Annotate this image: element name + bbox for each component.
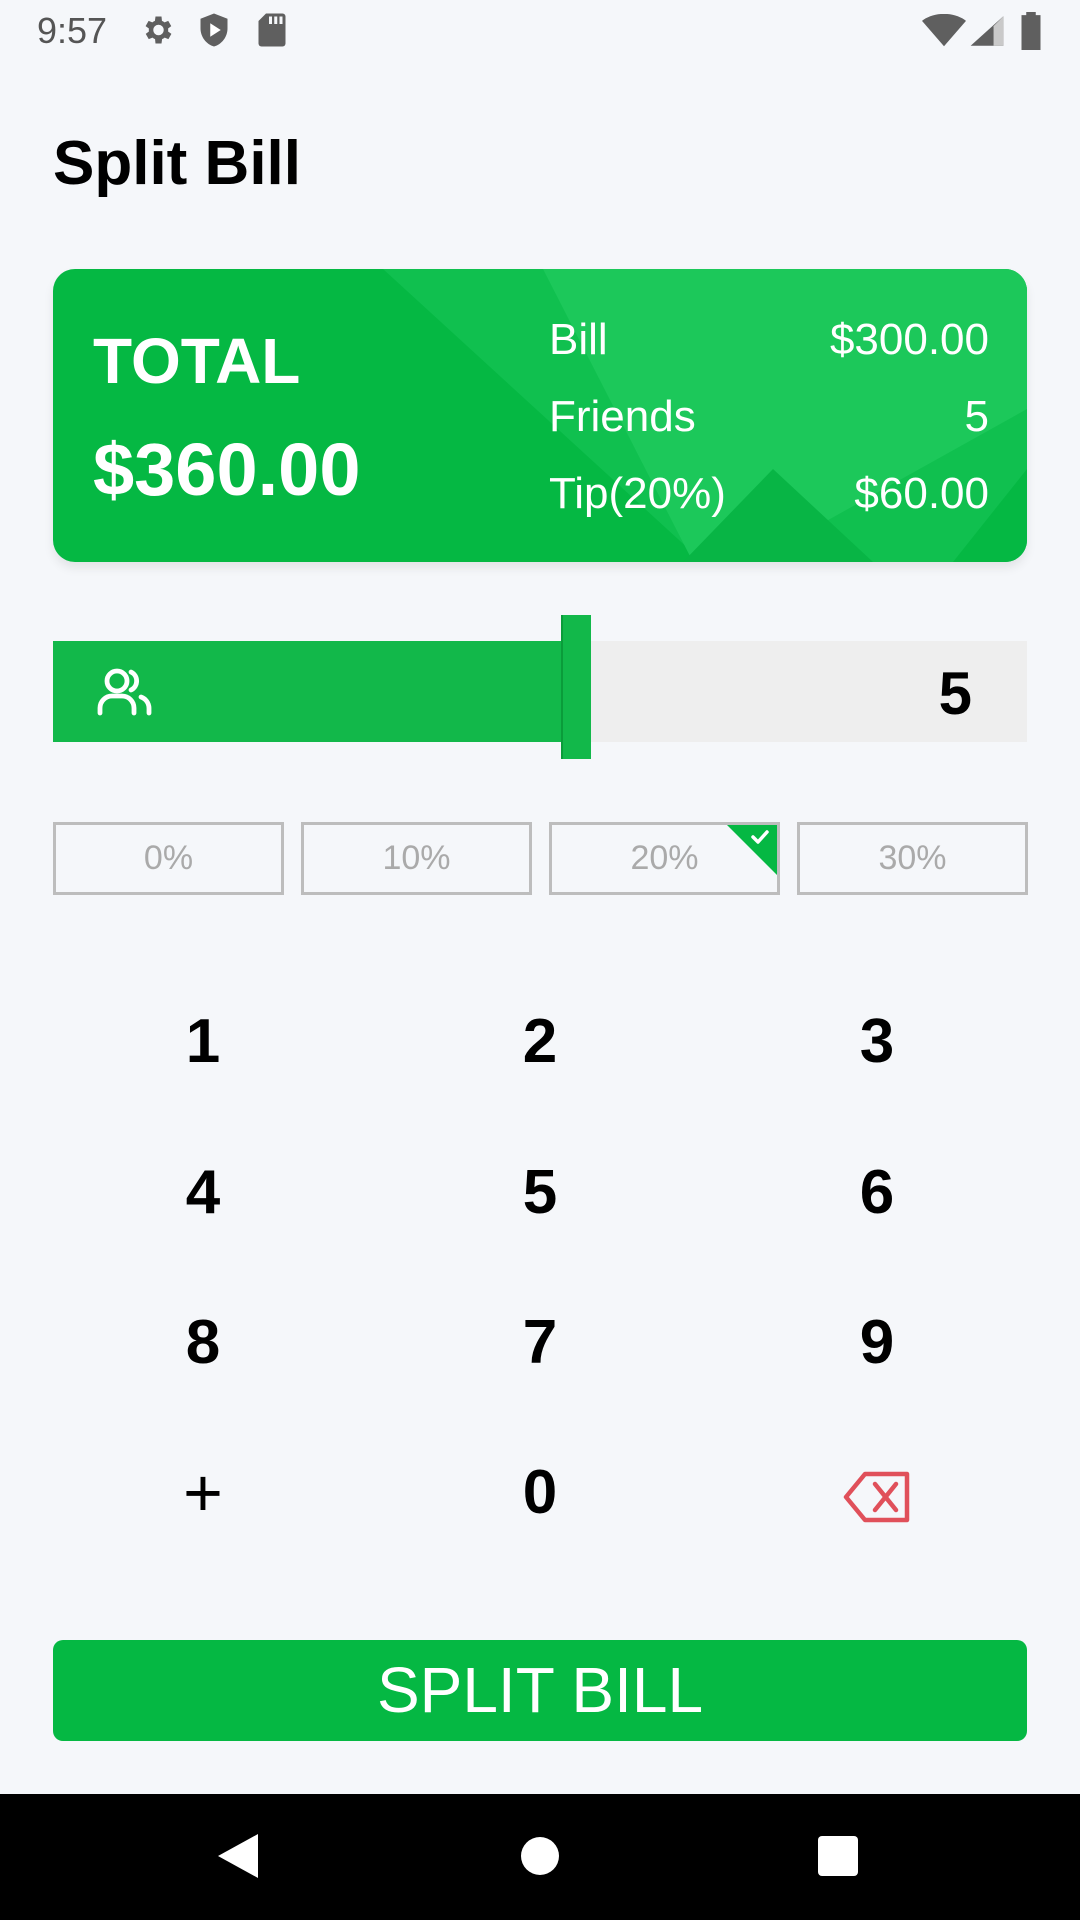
tip-value: $60.00: [854, 469, 989, 518]
status-time: 9:57: [37, 10, 108, 51]
tip-label: Tip(20%): [549, 469, 726, 518]
summary-row-friends: Friends 5: [549, 392, 989, 448]
signal-icon: [969, 14, 1005, 53]
tip-option-label: 0%: [143, 839, 194, 877]
total-label: TOTAL: [93, 325, 301, 397]
friends-slider[interactable]: 5: [53, 641, 1027, 742]
wifi-icon: [922, 13, 966, 53]
tip-option-20[interactable]: 20%: [549, 822, 780, 895]
tip-option-label: 30%: [878, 839, 947, 877]
back-icon[interactable]: [214, 1830, 262, 1887]
slider-thumb[interactable]: [561, 615, 591, 759]
tip-option-label: 20%: [630, 839, 699, 877]
battery-icon: [1019, 12, 1043, 55]
sd-card-icon: [257, 12, 287, 53]
key-9[interactable]: 9: [762, 1273, 992, 1413]
tip-option-10[interactable]: 10%: [301, 822, 532, 895]
bill-label: Bill: [549, 315, 608, 364]
key-5[interactable]: 5: [425, 1123, 655, 1263]
bill-value: $300.00: [829, 315, 989, 364]
key-plus[interactable]: +: [88, 1423, 318, 1563]
page-title: Split Bill: [53, 129, 301, 198]
key-0[interactable]: 0: [425, 1423, 655, 1563]
key-8[interactable]: 8: [88, 1273, 318, 1413]
tip-option-0[interactable]: 0%: [53, 822, 284, 895]
status-bar: 9:57: [0, 0, 1080, 63]
key-2[interactable]: 2: [425, 972, 655, 1112]
summary-card: TOTAL $360.00 Bill $300.00 Friends 5 Tip…: [53, 269, 1027, 562]
split-bill-button[interactable]: SPLIT BILL: [53, 1640, 1027, 1741]
friends-count: 5: [938, 660, 972, 727]
backspace-icon: [843, 1458, 911, 1527]
backspace-key[interactable]: [762, 1423, 992, 1563]
key-1[interactable]: 1: [88, 972, 318, 1112]
friends-value: 5: [964, 392, 989, 441]
friends-label: Friends: [549, 392, 696, 441]
total-value: $360.00: [93, 428, 361, 511]
summary-row-tip: Tip(20%) $60.00: [549, 469, 989, 525]
key-4[interactable]: 4: [88, 1123, 318, 1263]
summary-row-bill: Bill $300.00: [549, 315, 989, 371]
key-6[interactable]: 6: [762, 1123, 992, 1263]
navigation-bar: [0, 1794, 1080, 1920]
home-icon[interactable]: [518, 1830, 562, 1887]
people-icon: [97, 665, 153, 722]
shield-play-icon: [197, 12, 231, 53]
tip-option-label: 10%: [382, 839, 451, 877]
tip-option-30[interactable]: 30%: [797, 822, 1028, 895]
selected-check-icon: [726, 825, 777, 892]
key-3[interactable]: 3: [762, 972, 992, 1112]
gear-icon: [139, 12, 175, 53]
key-7[interactable]: 7: [425, 1273, 655, 1413]
recents-icon[interactable]: [816, 1830, 860, 1887]
